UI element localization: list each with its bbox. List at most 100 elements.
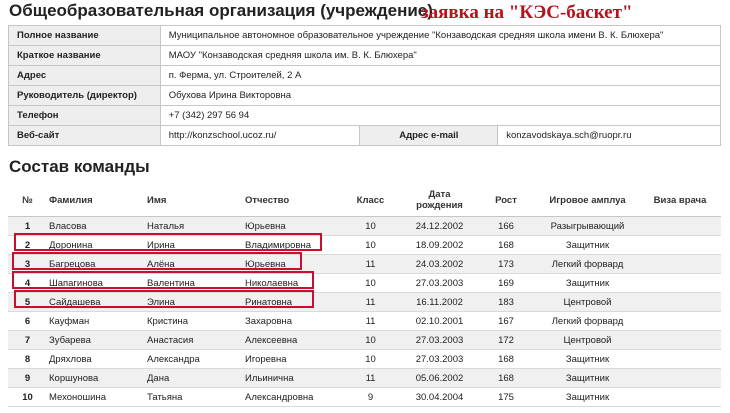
cell-role: Легкий форвард [536, 311, 639, 331]
col-grade-header: Класс [338, 184, 403, 217]
full-name-label: Полное название [8, 25, 161, 46]
cell-dob: 27.03.2003 [403, 273, 476, 293]
table-row: 7 Зубарева Анастасия Алексеевна 10 27.03.2003… [8, 330, 721, 350]
cell-visa [639, 292, 721, 312]
table-row: 8 Дряхлова Александра Игоревна 10 27.03.2003 1… [8, 349, 721, 369]
short-name-value: МАОУ "Конзаводская средняя школа им. В. … [159, 45, 722, 66]
table-row: 4 Шапагинова Валентина Николаевна 10 27.03.20… [8, 273, 721, 293]
website-link[interactable]: http://konzschool.ucoz.ru/ [159, 125, 361, 146]
cell-height: 173 [476, 254, 536, 274]
email-link[interactable]: konzavodskaya.sch@ruopr.ru [497, 125, 721, 146]
email-label: Адрес e-mail [359, 125, 499, 146]
cell-name: Татьяна [145, 387, 243, 407]
page-title: Общеобразовательная организация (учрежде… [9, 1, 433, 20]
cell-grade: 10 [338, 273, 403, 293]
cell-grade: 11 [338, 254, 403, 274]
short-name-label: Краткое название [8, 45, 161, 66]
table-row: 5 Сайдашева Элина Ринатовна 11 16.11.2002 183 Ц… [8, 292, 721, 312]
cell-role: Защитник [536, 368, 639, 388]
cell-patronymic: Юрьевна [243, 216, 338, 236]
cell-patronymic: Захаровна [243, 311, 338, 331]
cell-dob: 24.12.2002 [403, 216, 476, 236]
cell-patronymic: Юрьевна [243, 254, 338, 274]
cell-num: 5 [8, 292, 47, 312]
application-stamp: заявка на "КЭС-баскет" [421, 2, 633, 23]
col-surname-header: Фамилия [47, 184, 145, 217]
cell-surname: Мехоношина [47, 387, 145, 407]
cell-grade: 10 [338, 216, 403, 236]
cell-visa [639, 368, 721, 388]
cell-role: Центровой [536, 292, 639, 312]
cell-role: Легкий форвард [536, 254, 639, 274]
cell-patronymic: Алексеевна [243, 330, 338, 350]
org-address-row: Адрес п. Ферма, ул. Строителей, 2 А [8, 65, 722, 86]
full-name-value: Муниципальное автономное образовательное… [159, 25, 722, 46]
cell-surname: Дряхлова [47, 349, 145, 369]
table-row: 9 Коршунова Дана Ильинична 11 05.06.2002 168 За… [8, 368, 721, 388]
table-row: 10 Мехоношина Татьяна Александровна 9 30.04.2… [8, 387, 721, 407]
table-row: 3 Багрецова Алёна Юрьевна 11 24.03.2002 173 Лег… [8, 254, 721, 274]
cell-height: 172 [476, 330, 536, 350]
cell-name: Алёна [145, 254, 243, 274]
cell-dob: 27.03.2003 [403, 349, 476, 369]
cell-visa [639, 311, 721, 331]
cell-dob: 24.03.2002 [403, 254, 476, 274]
table-row: 2 Доронина Ирина Владимировна 10 18.09.2002 16… [8, 235, 721, 255]
cell-surname: Сайдашева [47, 292, 145, 312]
cell-name: Валентина [145, 273, 243, 293]
cell-dob: 02.10.2001 [403, 311, 476, 331]
org-contacts-row: Веб-сайт http://konzschool.ucoz.ru/ Адре… [8, 125, 721, 146]
cell-surname: Зубарева [47, 330, 145, 350]
cell-name: Кристина [145, 311, 243, 331]
cell-visa [639, 349, 721, 369]
cell-num: 7 [8, 330, 47, 350]
cell-visa [639, 330, 721, 350]
team-roster-table: № Фамилия Имя Отчество Класс Дата рождени… [8, 184, 721, 407]
org-phone-row: Телефон +7 (342) 297 56 94 [8, 105, 722, 126]
cell-grade: 10 [338, 349, 403, 369]
cell-height: 166 [476, 216, 536, 236]
cell-visa [639, 216, 721, 236]
dob-header-line2: рождения [416, 200, 463, 211]
cell-name: Наталья [145, 216, 243, 236]
org-short-name-row: Краткое название МАОУ "Конзаводская сред… [8, 45, 722, 66]
cell-visa [639, 387, 721, 407]
col-patronymic-header: Отчество [243, 184, 338, 217]
col-role-header: Игровое амплуа [536, 184, 639, 217]
col-height-header: Рост [476, 184, 536, 217]
cell-num: 1 [8, 216, 47, 236]
cell-role: Защитник [536, 235, 639, 255]
cell-role: Защитник [536, 273, 639, 293]
cell-dob: 05.06.2002 [403, 368, 476, 388]
cell-num: 8 [8, 349, 47, 369]
col-dob-header: Дата рождения [403, 184, 476, 217]
cell-role: Центровой [536, 330, 639, 350]
director-value: Обухова Ирина Викторовна [159, 85, 722, 106]
cell-num: 6 [8, 311, 47, 331]
cell-grade: 11 [338, 311, 403, 331]
phone-label: Телефон [8, 105, 161, 126]
address-value: п. Ферма, ул. Строителей, 2 А [159, 65, 722, 86]
cell-num: 9 [8, 368, 47, 388]
cell-dob: 30.04.2004 [403, 387, 476, 407]
cell-visa [639, 254, 721, 274]
cell-dob: 16.11.2002 [403, 292, 476, 312]
cell-num: 10 [8, 387, 47, 407]
table-row: 1 Власова Наталья Юрьевна 10 24.12.2002 166 Раз… [8, 216, 721, 236]
cell-patronymic: Александровна [243, 387, 338, 407]
col-visa-header: Виза врача [639, 184, 721, 217]
cell-num: 2 [8, 235, 47, 255]
cell-surname: Багрецова [47, 254, 145, 274]
cell-height: 175 [476, 387, 536, 407]
dob-header-line1: Дата [428, 189, 451, 200]
cell-num: 3 [8, 254, 47, 274]
cell-height: 167 [476, 311, 536, 331]
team-section-title: Состав команды [9, 157, 150, 176]
cell-height: 168 [476, 349, 536, 369]
cell-patronymic: Ильинична [243, 368, 338, 388]
cell-patronymic: Ринатовна [243, 292, 338, 312]
cell-grade: 10 [338, 330, 403, 350]
team-header-row: № Фамилия Имя Отчество Класс Дата рождени… [8, 184, 721, 217]
cell-role: Разыгрывающий [536, 216, 639, 236]
cell-visa [639, 235, 721, 255]
